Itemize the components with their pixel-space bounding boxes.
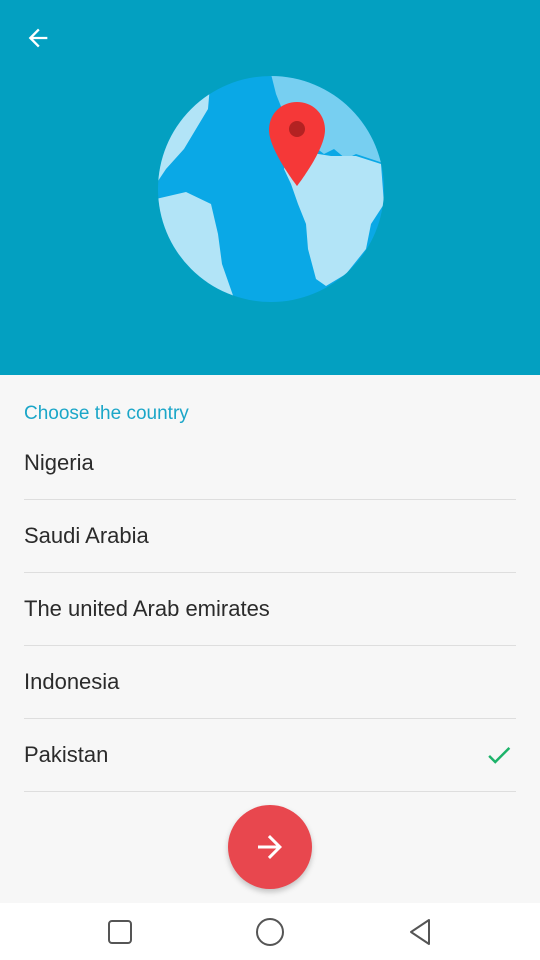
country-item-uae[interactable]: The united Arab emirates <box>24 573 516 646</box>
back-nav-button[interactable] <box>402 914 438 950</box>
triangle-back-icon <box>410 919 430 945</box>
system-navigation-bar <box>0 903 540 960</box>
square-icon <box>108 920 132 944</box>
arrow-left-icon <box>28 28 48 48</box>
country-item-indonesia[interactable]: Indonesia <box>24 646 516 719</box>
section-label: Choose the country <box>24 403 189 424</box>
country-name: Indonesia <box>24 669 120 694</box>
home-button[interactable] <box>252 914 288 950</box>
country-name: Saudi Arabia <box>24 523 149 548</box>
check-icon <box>488 747 511 764</box>
country-name: Pakistan <box>24 742 109 767</box>
back-button[interactable] <box>14 14 62 62</box>
country-list: Nigeria Saudi Arabia The united Arab emi… <box>24 428 516 792</box>
recents-button[interactable] <box>102 914 138 950</box>
header <box>0 0 540 375</box>
next-button[interactable] <box>228 805 312 889</box>
country-name: The united Arab emirates <box>24 596 270 621</box>
country-item-nigeria[interactable]: Nigeria <box>24 428 516 500</box>
country-item-pakistan[interactable]: Pakistan <box>24 719 516 792</box>
circle-icon <box>256 918 284 946</box>
country-item-saudi-arabia[interactable]: Saudi Arabia <box>24 500 516 573</box>
arrow-right-icon <box>258 835 282 859</box>
globe-illustration <box>158 76 384 302</box>
country-picker: Choose the country Nigeria Saudi Arabia … <box>0 375 540 903</box>
country-name: Nigeria <box>24 449 94 475</box>
